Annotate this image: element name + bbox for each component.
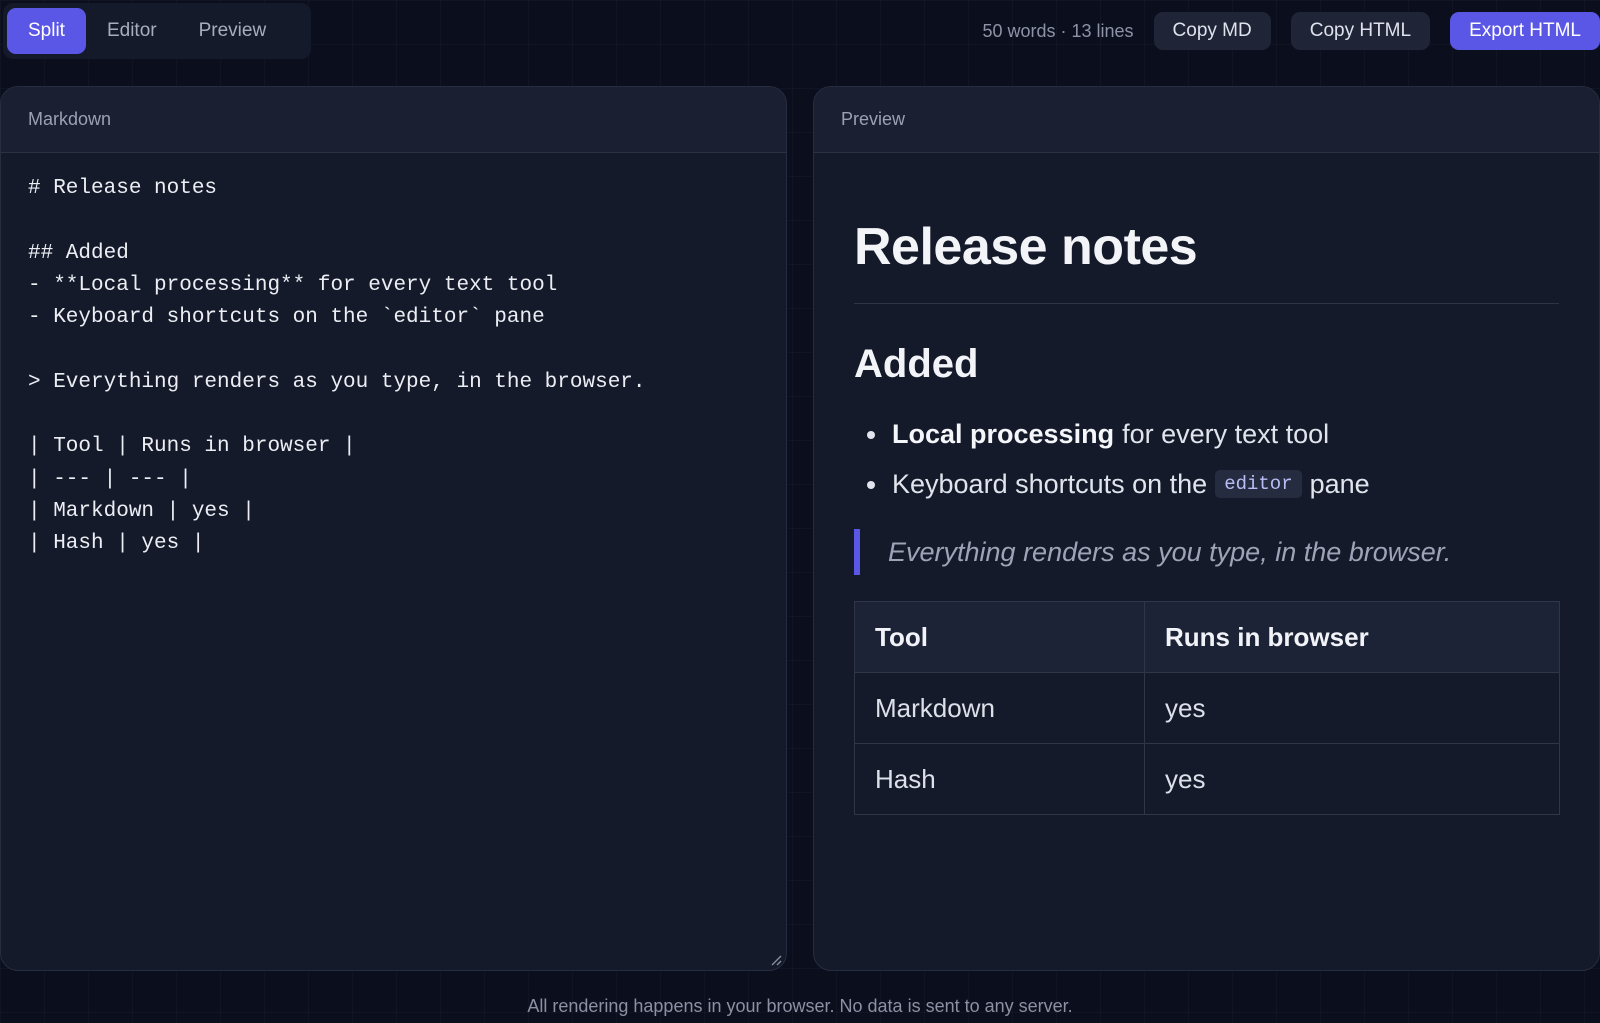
- preview-panel-title: Preview: [814, 87, 1599, 153]
- editor-line: ## Added: [28, 241, 129, 265]
- top-toolbar: Split Editor Preview 50 words · 13 lines…: [0, 0, 1600, 62]
- export-html-button[interactable]: Export HTML: [1450, 12, 1600, 50]
- table-row: Hash yes: [854, 743, 1560, 815]
- editor-line: - **Local processing** for every text to…: [28, 273, 558, 297]
- preview-panel: Preview Release notes Added Local proces…: [813, 86, 1600, 971]
- table-header-cell: Runs in browser: [1144, 601, 1560, 673]
- markdown-editor-panel: Markdown # Release notes ## Added - **Loca…: [0, 86, 787, 971]
- copy-md-button[interactable]: Copy MD: [1153, 12, 1271, 50]
- table-row: Markdown yes: [854, 672, 1560, 744]
- list-item-text: for every text tool: [1122, 418, 1330, 449]
- list-item-text: pane: [1309, 468, 1370, 499]
- editor-line: | Markdown | yes |: [28, 499, 255, 523]
- editor-line: - Keyboard shortcuts on the `editor` pan…: [28, 306, 545, 330]
- inline-code: editor: [1215, 470, 1302, 498]
- table-header-cell: Tool: [854, 601, 1145, 673]
- table-header-row: Tool Runs in browser: [854, 601, 1560, 673]
- table-cell: yes: [1144, 743, 1560, 815]
- editor-panel-title: Markdown: [1, 87, 786, 153]
- copy-html-button[interactable]: Copy HTML: [1290, 12, 1431, 50]
- rendered-preview: Release notes Added Local processing for…: [814, 153, 1599, 815]
- view-mode-switcher: Split Editor Preview: [3, 3, 311, 59]
- table-cell: Markdown: [854, 672, 1145, 744]
- preview-heading-1: Release notes: [854, 217, 1559, 304]
- editor-line: | Hash | yes |: [28, 532, 205, 556]
- toolbar-actions: 50 words · 13 lines Copy MD Copy HTML Ex…: [982, 12, 1600, 50]
- table-cell: Hash: [854, 743, 1145, 815]
- preview-blockquote: Everything renders as you type, in the b…: [854, 529, 1559, 575]
- preview-bullet-list: Local processing for every text tool Key…: [854, 409, 1559, 509]
- privacy-footer-note: All rendering happens in your browser. N…: [527, 996, 1073, 1016]
- mode-split-button[interactable]: Split: [7, 8, 86, 54]
- list-item: Local processing for every text tool: [854, 409, 1559, 459]
- preview-heading-2: Added: [854, 342, 979, 386]
- editor-line: | Tool | Runs in browser |: [28, 435, 356, 459]
- editor-line: | --- | --- |: [28, 467, 192, 491]
- editor-line: # Release notes: [28, 177, 218, 200]
- table-cell: yes: [1144, 672, 1560, 744]
- word-line-count: 50 words · 13 lines: [982, 20, 1134, 41]
- bold-text: Local processing: [892, 418, 1115, 449]
- resize-grip-icon[interactable]: [770, 954, 782, 966]
- mode-editor-button[interactable]: Editor: [86, 8, 178, 54]
- editor-line: > Everything renders as you type, in the…: [28, 370, 646, 394]
- markdown-textarea[interactable]: # Release notes ## Added - **Local process…: [1, 153, 786, 613]
- preview-table: Tool Runs in browser Markdown yes Hash y…: [854, 601, 1560, 815]
- list-item: Keyboard shortcuts on the editor pane: [854, 459, 1559, 509]
- mode-preview-button[interactable]: Preview: [178, 8, 288, 54]
- list-item-text: Keyboard shortcuts on the: [892, 468, 1208, 499]
